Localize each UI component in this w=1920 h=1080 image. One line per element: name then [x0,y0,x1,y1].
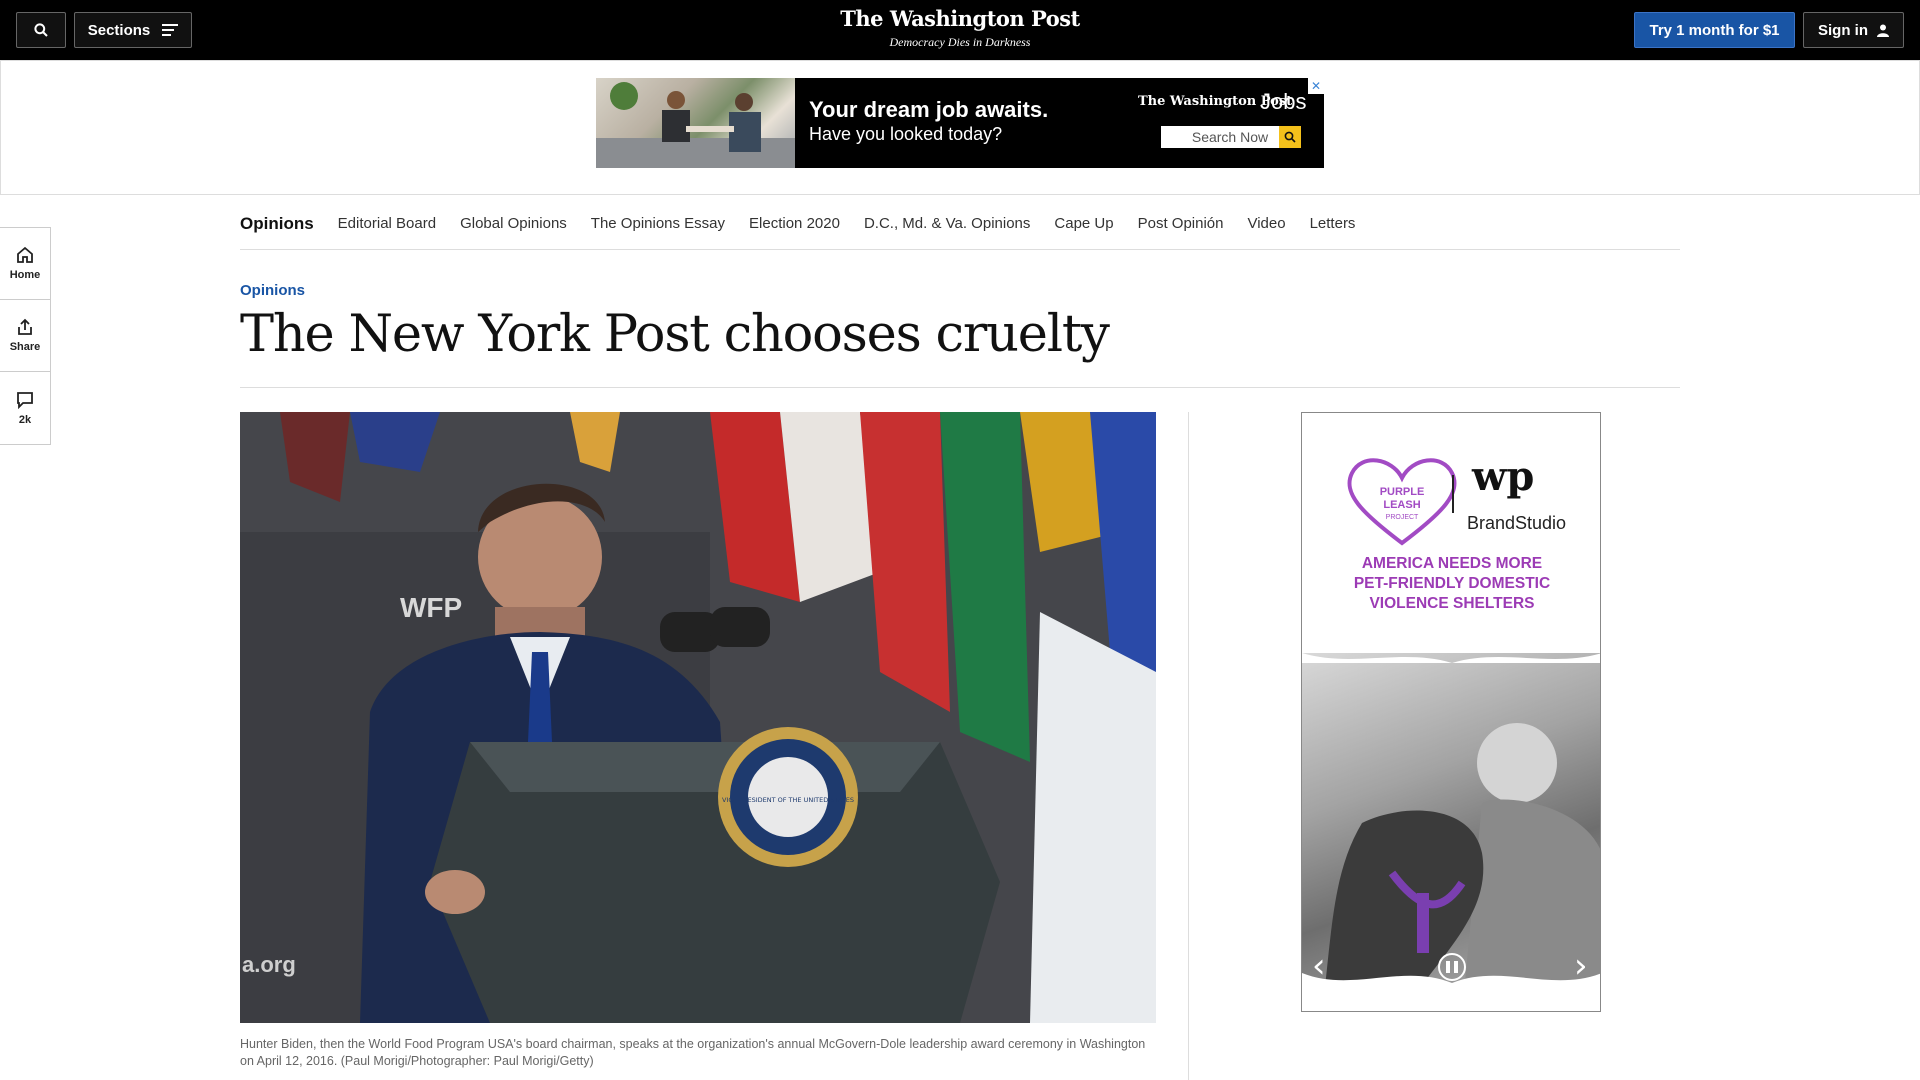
masthead[interactable]: The Washington Post Democracy Dies in Da… [760,6,1160,50]
logo-text: PROJECT [1386,514,1419,521]
search-icon [1284,131,1296,143]
share-button[interactable]: Share [0,300,50,372]
ad-headline: Your dream job awaits. [809,97,1049,122]
heart-icon: PURPLE LEASH PROJECT [1347,458,1457,546]
ad-search-button[interactable] [1279,126,1301,148]
subscribe-button[interactable]: Try 1 month for $1 [1634,12,1795,48]
top-bar: Sections The Washington Post Democracy D… [0,0,1920,60]
ad-copy: AMERICA NEEDS MORE PET-FRIENDLY DOMESTIC… [1302,554,1600,614]
site-text: a.org [242,952,296,977]
home-icon [17,246,33,263]
ad-close-icon[interactable]: ✕ [1308,78,1324,94]
article-headline: The New York Post chooses cruelty [240,305,1110,364]
ad-copy-line: PET-FRIENDLY DOMESTIC [1353,575,1551,592]
article-kicker[interactable]: Opinions [240,282,305,299]
top-banner-ad[interactable]: Your dream job awaits. Have you looked t… [596,78,1324,168]
user-icon [1877,24,1889,37]
section-nav-item[interactable]: Post Opinión [1138,215,1224,232]
section-nav-item[interactable]: Editorial Board [338,215,436,232]
sidebar-ad-header: PURPLE LEASH PROJECT wp BrandStudio AMER… [1302,413,1600,653]
site-tagline: Democracy Dies in Darkness [889,35,1031,49]
pause-icon[interactable] [1438,953,1466,981]
column-divider [1188,412,1189,1080]
search-icon [34,23,48,37]
seal-text: VICE PRESIDENT OF THE UNITED STATES [722,796,854,804]
banner-text: WFP [400,592,462,623]
sign-in-label: Sign in [1818,21,1868,39]
section-nav-item[interactable]: Video [1247,215,1285,232]
sidebar-ad[interactable]: PURPLE LEASH PROJECT wp BrandStudio AMER… [1301,412,1601,1012]
photo-caption: Hunter Biden, then the World Food Progra… [240,1037,1146,1068]
ad-brand-jobs: Jobs [1260,89,1307,114]
section-nav: Opinions Editorial Board Global Opinions… [240,198,1680,250]
logo-text: LEASH [1383,499,1420,511]
headline-divider [240,387,1680,388]
sections-button[interactable]: Sections [74,12,192,48]
next-slide-icon[interactable]: › [1574,946,1588,986]
logo-text: PURPLE [1380,486,1425,498]
comments-button[interactable]: 2k [0,372,50,444]
section-nav-item[interactable]: The Opinions Essay [591,215,725,232]
home-button[interactable]: Home [0,228,50,300]
left-rail: Home Share 2k [0,227,51,445]
sections-label: Sections [87,21,151,39]
section-nav-item[interactable]: D.C., Md. & Va. Opinions [864,215,1030,232]
comment-count: 2k [18,413,32,426]
comment-icon [17,391,33,409]
lead-photo: WFP a.org VICE PRESIDENT OF THE UNITED S… [240,412,1156,1023]
section-nav-item[interactable]: Letters [1310,215,1356,232]
section-nav-item[interactable]: Global Opinions [460,215,567,232]
logo-separator [1452,475,1454,513]
ad-subline: Have you looked today? [809,124,1003,144]
section-nav-item[interactable]: Cape Up [1054,215,1113,232]
ad-copy-line: VIOLENCE SHELTERS [1369,595,1535,612]
share-icon [18,318,32,335]
ad-office-photo [596,78,795,168]
search-button[interactable] [16,12,66,48]
wp-logo: wp [1472,453,1535,500]
ad-copy-line: AMERICA NEEDS MORE [1361,555,1543,572]
section-nav-title[interactable]: Opinions [240,214,314,234]
home-label: Home [9,269,41,281]
share-label: Share [9,341,41,353]
previous-slide-icon[interactable]: ‹ [1312,946,1326,986]
menu-icon [162,24,179,36]
brand-studio-label: BrandStudio [1467,513,1567,533]
site-logo[interactable]: The Washington Post [760,6,1160,32]
section-nav-item[interactable]: Election 2020 [749,215,840,232]
sign-in-button[interactable]: Sign in [1803,12,1904,48]
